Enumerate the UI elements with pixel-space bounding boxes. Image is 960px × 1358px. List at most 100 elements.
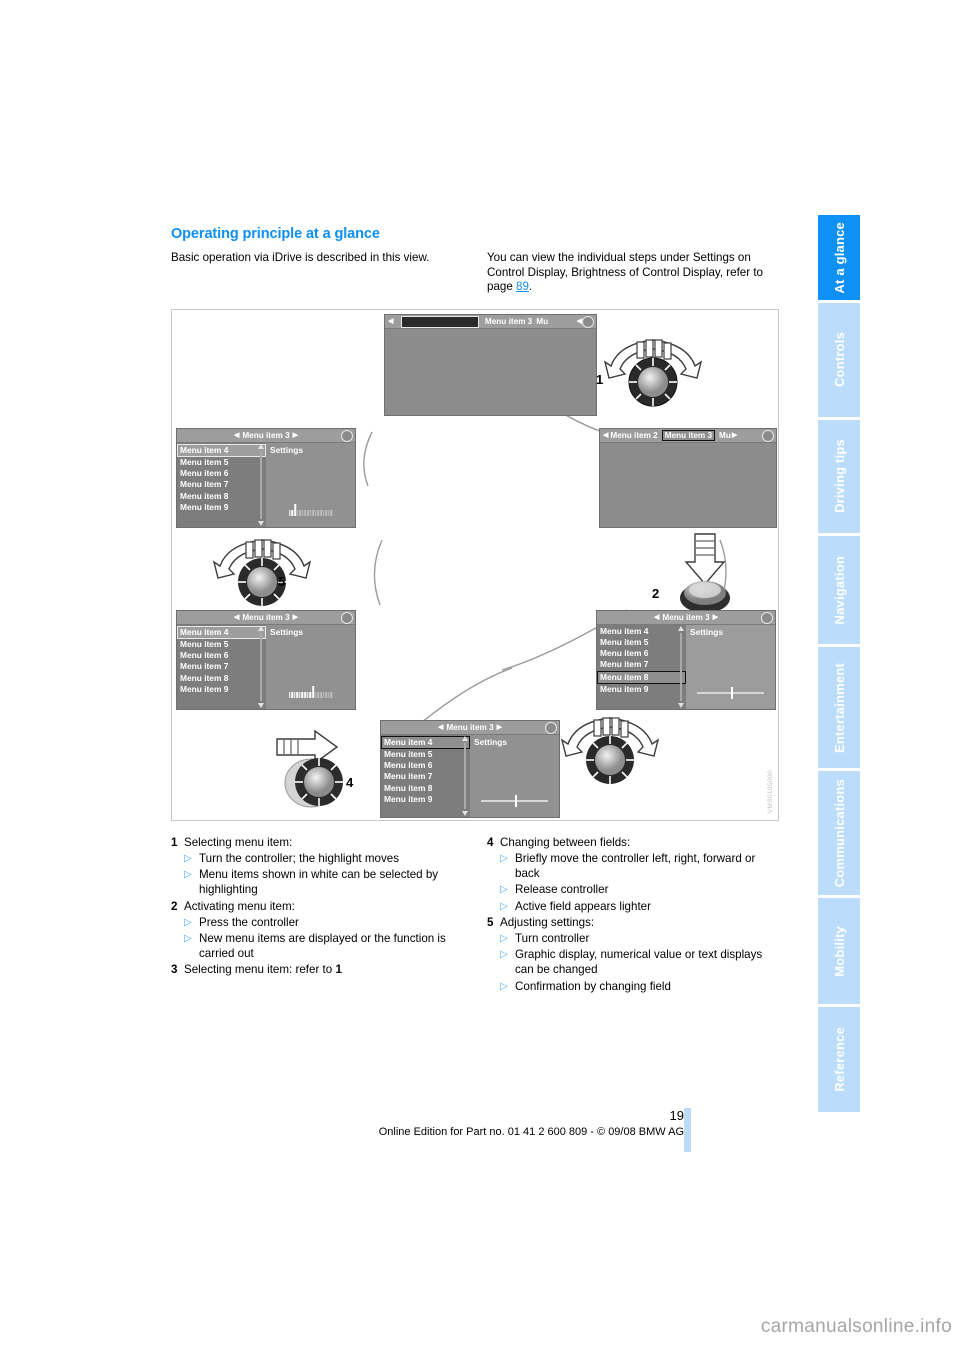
screen-left-lower: ◀ Menu item 3 ▶ Menu item 4 Menu item 5 … <box>176 609 356 710</box>
sidebar-tab-reference[interactable]: Reference <box>818 1007 860 1112</box>
scrollbar[interactable] <box>258 625 264 708</box>
sidebar-tab-at-a-glance[interactable]: At a glance <box>818 215 860 301</box>
figure-reference-code: VMS0105000 <box>767 770 774 814</box>
sidebar-tab-label: Controls <box>831 332 847 388</box>
clock-icon <box>341 611 353 624</box>
edition-line: Online Edition for Part no. 01 41 2 600 … <box>378 1126 684 1138</box>
left-arrow-icon: ◀ <box>603 432 609 440</box>
scroll-down-icon <box>462 810 468 816</box>
footer-accent-bar <box>684 1108 691 1152</box>
sidebar-tab-label: Communications <box>831 778 847 888</box>
menu-item[interactable]: Menu item 9 <box>177 684 266 695</box>
screen-left-middle-menu-list: Menu item 4 Menu item 5 Menu item 6 Menu… <box>177 442 266 527</box>
triangle-bullet-icon: ▷ <box>500 852 508 864</box>
menu-item[interactable]: Menu item 8 <box>177 673 266 684</box>
controller-knob-1 <box>597 332 709 415</box>
instruction-steps: 1 Selecting menu item: ▷ Turn the contro… <box>171 835 781 995</box>
menu-item[interactable]: Menu item 4 <box>597 626 686 637</box>
steps-right-column: 4 Changing between fields: ▷ Briefly mov… <box>487 835 781 995</box>
menu-item[interactable]: Menu item 7 <box>177 479 266 490</box>
right-arrow-icon: ▶ <box>712 614 719 622</box>
menu-item[interactable]: Menu item 6 <box>177 650 266 661</box>
slider-thumb[interactable] <box>514 794 517 807</box>
knob-move-right-icon-4 <box>276 729 343 808</box>
screen-right-upper-titlebar: ◀ Menu item 2 Menu item 3 Mu ▶ <box>600 428 776 443</box>
callout-number-5: 5 <box>278 573 286 589</box>
triangle-bullet-icon: ▷ <box>184 933 192 944</box>
sidebar-tab-communications[interactable]: Communications <box>818 770 860 895</box>
menu-item[interactable]: Menu item 9 <box>177 502 266 513</box>
settings-slider[interactable] <box>696 686 765 699</box>
menu-item[interactable]: Menu item 5 <box>177 639 266 650</box>
left-arrow-icon: ◀ <box>233 614 240 622</box>
sidebar-tab-navigation[interactable]: Navigation <box>818 536 860 645</box>
left-arrow-icon: ◀ <box>437 724 444 732</box>
screen-top-center-title-right: Mu <box>536 316 549 326</box>
screen-top-center: ◀ Menu item 3 Mu ◀ <box>384 313 597 416</box>
step-bullet: ▷ Press the controller <box>184 915 465 930</box>
menu-item[interactable]: Menu item 9 <box>381 794 470 805</box>
slider-thumb[interactable] <box>730 686 733 699</box>
knob-turn-icon-1 <box>603 339 703 407</box>
scroll-down-icon <box>258 702 264 708</box>
screen-bottom-center-title: Menu item 3 <box>446 722 494 732</box>
settings-slider[interactable] <box>480 794 549 807</box>
screen-left-middle-body: Menu item 4 Menu item 5 Menu item 6 Menu… <box>177 442 355 527</box>
scroll-up-icon <box>462 735 468 741</box>
page-content: Operating principle at a glance Basic op… <box>171 226 781 995</box>
screen-right-lower: ◀ Menu item 3 ▶ Menu item 4 Menu item 5 … <box>596 609 776 710</box>
callout-number-2: 2 <box>652 585 660 601</box>
intro-left-column: Basic operation via iDrive is described … <box>171 251 465 295</box>
callout-number-4: 4 <box>346 774 354 790</box>
scrollbar-track <box>680 632 682 701</box>
page-title: Operating principle at a glance <box>171 226 380 242</box>
menu-item[interactable]: Menu item 5 <box>381 749 470 760</box>
step-title: Activating menu item: <box>184 899 295 913</box>
menu-item[interactable]: Menu item 6 <box>597 648 686 659</box>
step-bullet-text: Confirmation by changing field <box>515 979 671 993</box>
step-number: 4 <box>487 835 494 849</box>
left-arrow-icon: ◀ <box>233 432 240 440</box>
sidebar-tab-entertainment[interactable]: Entertainment <box>818 647 860 768</box>
screen-left-middle: ◀ Menu item 3 ▶ Menu item 4 Menu item 5 … <box>176 427 356 528</box>
step-title: Selecting menu item: refer to 1 <box>184 962 465 977</box>
scroll-down-icon <box>258 520 264 526</box>
step-bullet: ▷ Turn the controller; the highlight mov… <box>184 851 465 866</box>
menu-item[interactable]: Menu item 7 <box>177 661 266 672</box>
page-reference-link[interactable]: 89 <box>516 280 529 293</box>
step-bullet: ▷ Release controller <box>500 882 781 897</box>
menu-item[interactable]: Menu item 8 <box>381 783 470 794</box>
menu-item[interactable]: Menu item 5 <box>177 457 266 468</box>
menu-item[interactable]: Menu item 4 <box>177 625 266 639</box>
scrollbar[interactable] <box>462 735 468 816</box>
step-bullet: ▷ Confirmation by changing field <box>500 979 781 994</box>
brightness-bargraph[interactable] <box>288 685 333 698</box>
scroll-up-icon <box>258 625 264 631</box>
step-bullet-text: Turn the controller; the highlight moves <box>199 851 399 865</box>
menu-item[interactable]: Menu item 8 <box>177 491 266 502</box>
menu-item[interactable]: Menu item 8 <box>597 670 686 684</box>
watermark: carmanualsonline.info <box>760 1316 952 1337</box>
menu-item[interactable]: Menu item 4 <box>177 443 266 457</box>
menu-item[interactable]: Menu item 7 <box>381 771 470 782</box>
step-number: 2 <box>171 899 178 913</box>
menu-item[interactable]: Menu item 9 <box>597 684 686 695</box>
menu-item[interactable]: Menu item 4 <box>381 735 470 749</box>
sidebar-tab-controls[interactable]: Controls <box>818 303 860 417</box>
left-arrow-icon: ◀ <box>388 318 394 326</box>
scroll-up-icon <box>258 443 264 449</box>
scrollbar[interactable] <box>258 443 264 526</box>
menu-item[interactable]: Menu item 6 <box>381 760 470 771</box>
triangle-bullet-icon: ▷ <box>184 852 192 864</box>
brightness-bargraph[interactable] <box>288 503 333 516</box>
screen-left-middle-title: Menu item 3 <box>242 430 290 440</box>
menu-item[interactable]: Menu item 7 <box>597 659 686 670</box>
menu-item[interactable]: Menu item 6 <box>177 468 266 479</box>
settings-label: Settings <box>270 444 304 455</box>
menu-item[interactable]: Menu item 5 <box>597 637 686 648</box>
sidebar-tab-driving-tips[interactable]: Driving tips <box>818 419 860 534</box>
sidebar-tab-mobility[interactable]: Mobility <box>818 897 860 1005</box>
screen-right-upper: ◀ Menu item 2 Menu item 3 Mu ▶ <box>599 427 777 528</box>
step-title: Changing between fields: <box>500 835 631 849</box>
scrollbar[interactable] <box>678 625 684 708</box>
